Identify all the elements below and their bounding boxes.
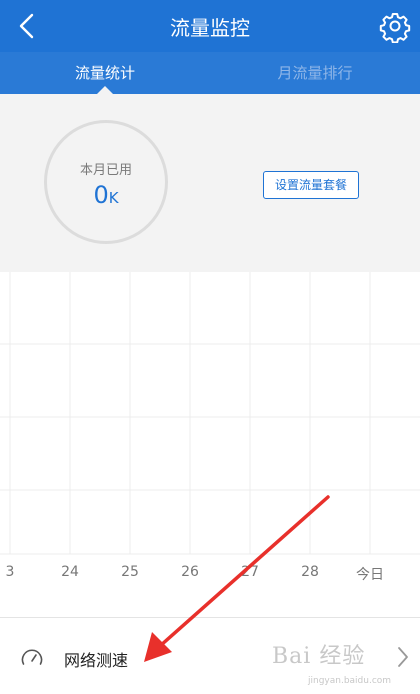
x-tick-label: 3 [5,564,15,580]
usage-value: 0K [47,181,165,209]
set-data-plan-button[interactable]: 设置流量套餐 [263,171,359,199]
tab-monthly-ranking[interactable]: 月流量排行 [210,52,420,94]
settings-button[interactable] [378,9,412,44]
app-header: 流量监控 [0,0,420,52]
x-tick-label: 27 [241,564,259,580]
usage-panel: 本月已用 0K 设置流量套餐 [0,94,420,272]
chevron-right-icon [398,647,408,667]
x-tick-label: 25 [121,564,139,580]
chart-canvas [0,272,420,555]
tab-label: 流量统计 [74,64,135,82]
watermark-logo: Bai 经验 [272,644,366,669]
speed-test-label: 网络测速 [64,651,129,670]
tab-label: 月流量排行 [277,64,353,82]
gear-icon [379,13,411,44]
usage-ring: 本月已用 0K [44,120,168,244]
usage-label: 本月已用 [79,163,132,178]
usage-unit: K [108,189,119,207]
x-tick-label: 26 [181,564,199,580]
traffic-chart: 3 24 25 26 27 28 今日 [0,272,420,590]
tab-bar: 流量统计 月流量排行 [0,52,420,95]
x-tick-label: 28 [301,564,319,580]
x-tick-label: 今日 [356,567,384,583]
page-title: 流量监控 [170,16,250,40]
usage-number: 0 [93,181,109,209]
x-tick-label: 24 [61,564,79,580]
watermark-url: jingyan.baidu.com [308,676,392,686]
speedometer-icon [21,649,43,665]
